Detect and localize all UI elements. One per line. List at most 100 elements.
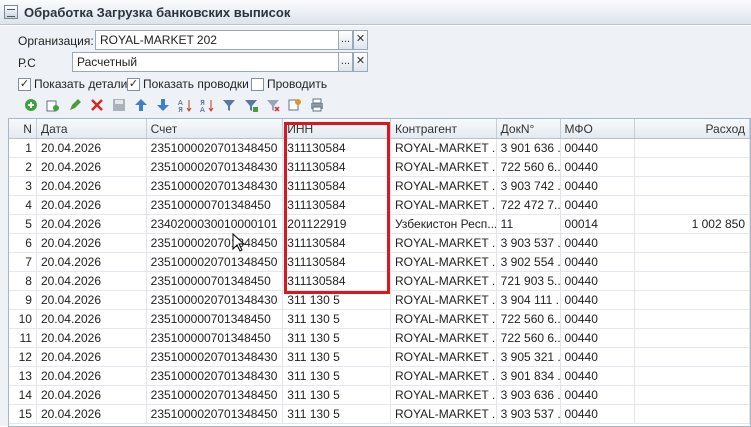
cell-counterparty[interactable]: ROYAL-MARKET ...: [391, 329, 497, 347]
organization-clear-button[interactable]: ✕: [353, 30, 368, 50]
cell-doc-number[interactable]: 3 903 636 ...: [497, 386, 561, 404]
cell-doc-number[interactable]: 3 903 537 ...: [497, 234, 561, 252]
cell-expense[interactable]: [635, 291, 750, 309]
cell-date[interactable]: 20.04.2026: [37, 253, 147, 271]
cell-counterparty[interactable]: ROYAL-MARKET ...: [391, 386, 497, 404]
show-postings-checkbox[interactable]: ✓ Показать проводки: [127, 77, 249, 91]
table-row[interactable]: 12 20.04.2026 23510000207013484​30 311 130 …: [9, 348, 750, 367]
cell-n[interactable]: 4: [9, 196, 37, 214]
cell-expense[interactable]: [635, 139, 750, 157]
cell-date[interactable]: 20.04.2026: [37, 291, 147, 309]
table-row[interactable]: 14 20.04.2026 23510000207013484​50 311 130 …: [9, 386, 750, 405]
cell-counterparty[interactable]: ROYAL-MARKET ...: [391, 367, 497, 385]
cell-n[interactable]: 10: [9, 310, 37, 328]
move-down-icon[interactable]: [154, 96, 172, 114]
cell-date[interactable]: 20.04.2026: [37, 405, 147, 423]
print-icon[interactable]: [308, 96, 326, 114]
cell-n[interactable]: 11: [9, 329, 37, 347]
cell-n[interactable]: 12: [9, 348, 37, 366]
cell-counterparty[interactable]: ROYAL-MARKET ...: [391, 272, 497, 290]
column-header-mfo[interactable]: МФО: [561, 119, 636, 138]
table-row[interactable]: 8 20.04.2026 23510000070134845​0 311130584 R…: [9, 272, 750, 291]
table-row[interactable]: 7 20.04.2026 23510000207013484​50 311130584…: [9, 253, 750, 272]
cell-date[interactable]: 20.04.2026: [37, 348, 147, 366]
cell-counterparty[interactable]: ROYAL-MARKET ...: [391, 310, 497, 328]
move-up-icon[interactable]: [132, 96, 150, 114]
cell-expense[interactable]: [635, 367, 750, 385]
cell-n[interactable]: 3: [9, 177, 37, 195]
table-row[interactable]: 13 20.04.2026 23510000207013484​30 311 130 …: [9, 367, 750, 386]
table-row[interactable]: 11 20.04.2026 23510000070134845​0 311 130 5…: [9, 329, 750, 348]
cell-counterparty[interactable]: ROYAL-MARKET ...: [391, 177, 497, 195]
cell-inn[interactable]: 311 130 5: [283, 405, 391, 423]
cell-account[interactable]: 23510000207013484​50: [147, 405, 284, 423]
organization-select-button[interactable]: ...: [338, 30, 353, 50]
cell-mfo[interactable]: 00440: [561, 329, 636, 347]
checkbox-box[interactable]: ✓: [18, 77, 31, 91]
cell-expense[interactable]: [635, 234, 750, 252]
cell-mfo[interactable]: 00440: [561, 196, 636, 214]
cell-n[interactable]: 15: [9, 405, 37, 423]
cell-mfo[interactable]: 00440: [561, 272, 636, 290]
cell-mfo[interactable]: 00014: [561, 215, 636, 233]
cell-inn[interactable]: 311 130 5: [283, 348, 391, 366]
cell-counterparty[interactable]: ROYAL-MARKET ...: [391, 348, 497, 366]
cell-doc-number[interactable]: 3 901 636 ...: [497, 139, 561, 157]
cell-inn[interactable]: 311130584: [283, 253, 391, 271]
cell-doc-number[interactable]: 3 901 834 ...: [497, 367, 561, 385]
cell-expense[interactable]: [635, 329, 750, 347]
cell-inn[interactable]: 311130584: [283, 196, 391, 214]
cell-date[interactable]: 20.04.2026: [37, 386, 147, 404]
cell-expense[interactable]: [635, 158, 750, 176]
cell-doc-number[interactable]: 3 902 554 ...: [497, 253, 561, 271]
cell-inn[interactable]: 311130584: [283, 234, 391, 252]
cell-date[interactable]: 20.04.2026: [37, 310, 147, 328]
cell-date[interactable]: 20.04.2026: [37, 139, 147, 157]
cell-doc-number[interactable]: 722 560 6...: [497, 310, 561, 328]
table-row[interactable]: 9 20.04.2026 23510000207013484​30 311 130 5…: [9, 291, 750, 310]
cell-mfo[interactable]: 00440: [561, 177, 636, 195]
table-row[interactable]: 3 20.04.2026 23510000207013484​30 311130584…: [9, 177, 750, 196]
cell-account[interactable]: 23510000207013484​50: [147, 386, 284, 404]
cell-doc-number[interactable]: 722 472 7...: [497, 196, 561, 214]
cell-doc-number[interactable]: 722 560 6...: [497, 329, 561, 347]
copy-icon[interactable]: [44, 96, 62, 114]
cell-account[interactable]: 23510000070134845​0: [147, 310, 284, 328]
table-row[interactable]: 5 20.04.2026 23402000300100001​01 201122919…: [9, 215, 750, 234]
cell-doc-number[interactable]: 3 903 537 ...: [497, 405, 561, 423]
cell-mfo[interactable]: 00440: [561, 234, 636, 252]
cell-doc-number[interactable]: 11: [497, 215, 561, 233]
cell-account[interactable]: 23510000207013484​50: [147, 139, 284, 157]
cell-expense[interactable]: [635, 348, 750, 366]
cell-inn[interactable]: 311 130 5: [283, 329, 391, 347]
cell-date[interactable]: 20.04.2026: [37, 158, 147, 176]
cell-account[interactable]: 23510000207013484​30: [147, 158, 284, 176]
delete-icon[interactable]: [88, 96, 106, 114]
cell-inn[interactable]: 311 130 5: [283, 386, 391, 404]
cell-doc-number[interactable]: 721 903 5...: [497, 272, 561, 290]
cell-mfo[interactable]: 00440: [561, 139, 636, 157]
cell-date[interactable]: 20.04.2026: [37, 196, 147, 214]
cell-doc-number[interactable]: 3 905 321 ...: [497, 348, 561, 366]
cell-counterparty[interactable]: ROYAL-MARKET ...: [391, 291, 497, 309]
table-row[interactable]: 6 20.04.2026 23510000207013484​50 311130584…: [9, 234, 750, 253]
cell-n[interactable]: 5: [9, 215, 37, 233]
cell-n[interactable]: 9: [9, 291, 37, 309]
sort-desc-icon[interactable]: ЯA: [198, 96, 216, 114]
cell-account[interactable]: 23510000207013484​50: [147, 253, 284, 271]
cell-mfo[interactable]: 00440: [561, 158, 636, 176]
cell-account[interactable]: 23510000070134845​0: [147, 272, 284, 290]
sort-asc-icon[interactable]: AЯ: [176, 96, 194, 114]
cell-inn[interactable]: 311130584: [283, 272, 391, 290]
cell-mfo[interactable]: 00440: [561, 291, 636, 309]
account-field[interactable]: Расчетный: [72, 52, 339, 72]
edit-icon[interactable]: [66, 96, 84, 114]
cell-counterparty[interactable]: ROYAL-MARKET ...: [391, 196, 497, 214]
cell-counterparty[interactable]: ROYAL-MARKET ...: [391, 405, 497, 423]
cell-n[interactable]: 14: [9, 386, 37, 404]
show-details-checkbox[interactable]: ✓ Показать детали: [18, 77, 127, 91]
cell-doc-number[interactable]: 722 560 6...: [497, 158, 561, 176]
cell-expense[interactable]: [635, 405, 750, 423]
cell-expense[interactable]: [635, 386, 750, 404]
cell-inn[interactable]: 201122919: [283, 215, 391, 233]
